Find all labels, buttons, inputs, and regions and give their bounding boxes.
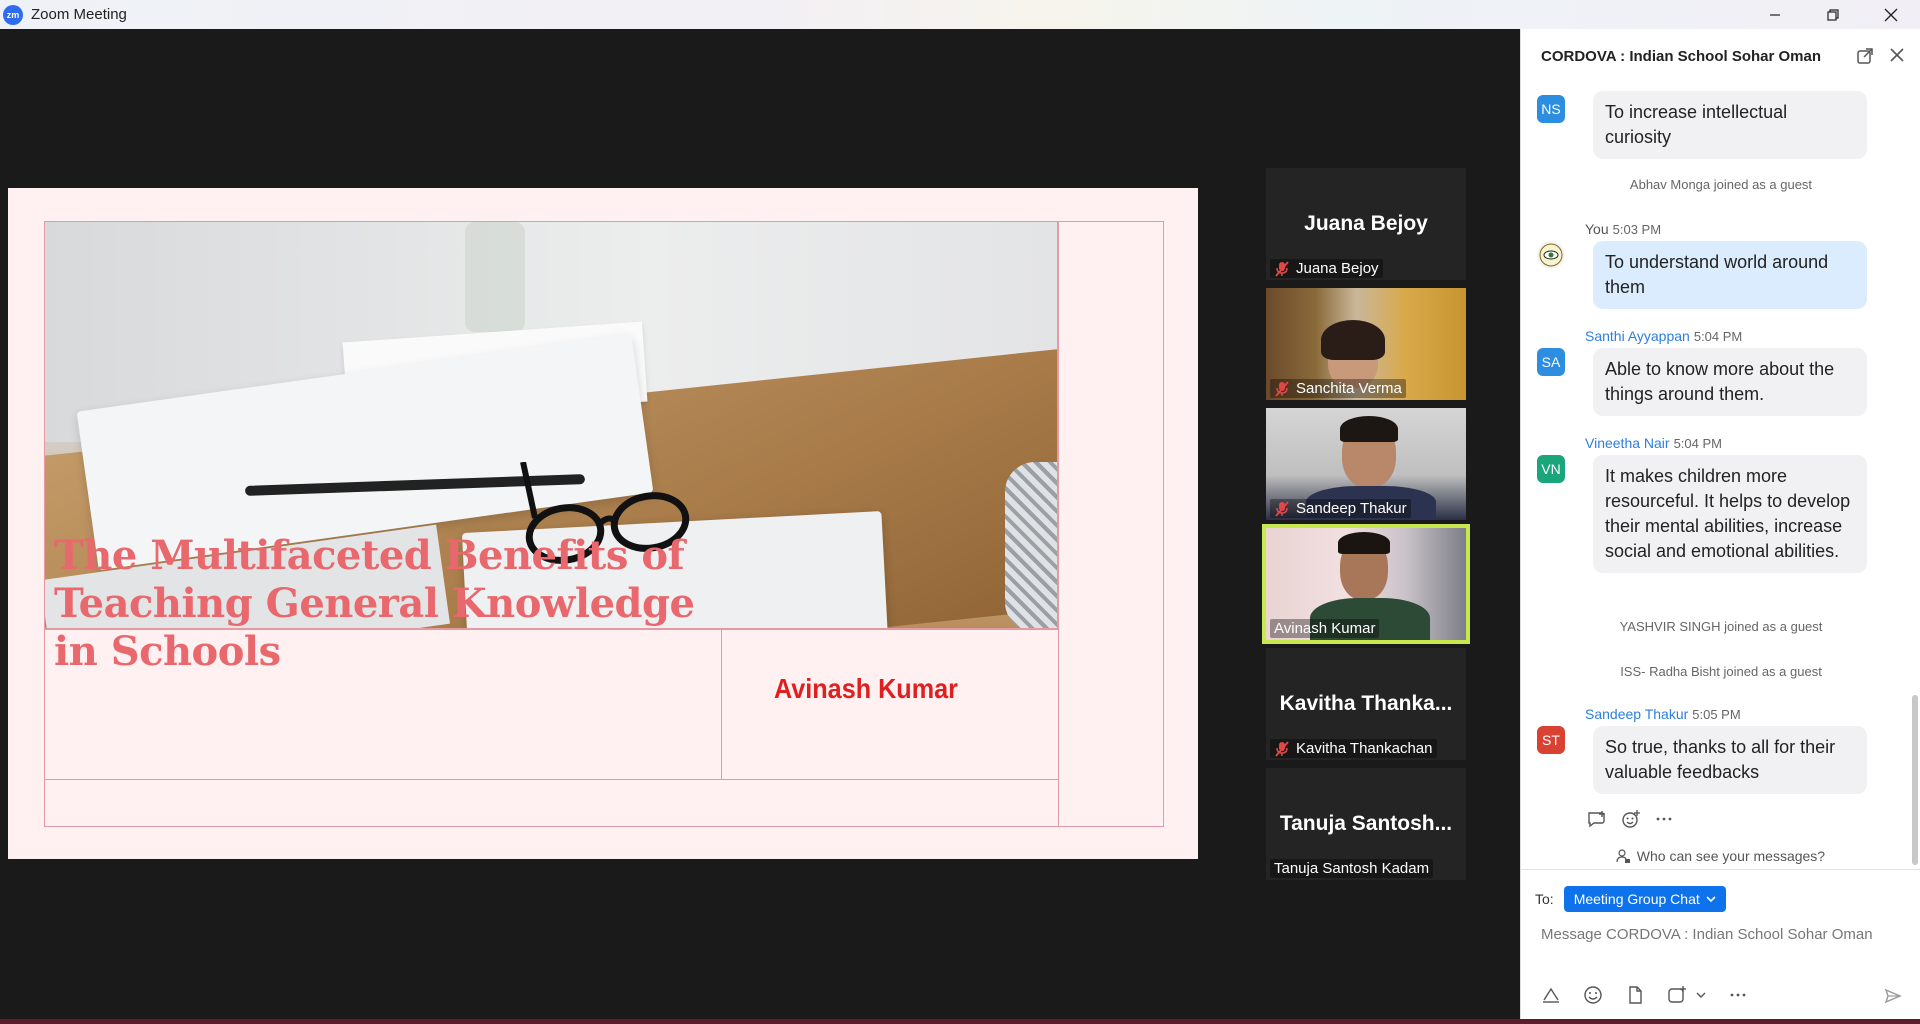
- participant-name: Sanchita Verma: [1296, 380, 1402, 397]
- system-message: YASHVIR SINGH joined as a guest: [1619, 619, 1823, 634]
- avatar: NS: [1537, 95, 1565, 123]
- slide-divider: [45, 779, 1058, 780]
- mic-muted-icon: [1275, 380, 1289, 397]
- participant-tile[interactable]: Sandeep Thakur: [1266, 408, 1466, 520]
- avatar: SA: [1537, 348, 1565, 376]
- photo-pillow: [1005, 462, 1057, 628]
- window-title: Zoom Meeting: [31, 6, 127, 23]
- close-window-button[interactable]: [1862, 0, 1920, 29]
- participant-tile-active-speaker[interactable]: Avinash Kumar: [1262, 524, 1470, 644]
- participant-big-name: Kavitha Thanka...: [1279, 692, 1453, 715]
- message-bubble[interactable]: It makes children more resourceful. It h…: [1593, 455, 1867, 573]
- slide-author: Avinash Kumar: [774, 673, 958, 704]
- participant-name: Avinash Kumar: [1274, 620, 1376, 637]
- close-icon: [1884, 8, 1898, 21]
- message-bubble[interactable]: To increase intellectual curiosity: [1593, 91, 1867, 159]
- close-chat-button[interactable]: [1888, 47, 1906, 65]
- participant-name: Kavitha Thankachan: [1296, 740, 1433, 757]
- to-label: To:: [1535, 891, 1554, 907]
- participant-name-label: Kavitha Thankachan: [1270, 739, 1437, 758]
- participant-tile[interactable]: Sanchita Verma: [1266, 288, 1466, 400]
- chat-scrollbar[interactable]: [1912, 695, 1918, 865]
- window-controls: [1746, 0, 1920, 29]
- chat-toolbar: [1541, 985, 1747, 1005]
- participant-name: Juana Bejoy: [1296, 260, 1379, 277]
- message-actions: [1587, 810, 1673, 828]
- restore-icon: [1827, 8, 1839, 21]
- school-logo-icon: [1539, 243, 1563, 267]
- format-text-icon[interactable]: [1541, 985, 1561, 1005]
- zoom-logo-icon: zm: [3, 4, 23, 25]
- chat-divider: [1521, 869, 1920, 870]
- send-icon: [1884, 988, 1902, 1004]
- chevron-down-icon: [1706, 896, 1716, 903]
- system-message: ISS- Radha Bisht joined as a guest: [1620, 664, 1822, 679]
- reply-thread-icon[interactable]: [1587, 810, 1607, 828]
- person-lock-icon: [1616, 849, 1630, 863]
- mic-muted-icon: [1275, 740, 1289, 757]
- message-bubble[interactable]: To understand world around them: [1593, 241, 1867, 309]
- mic-muted-icon: [1275, 500, 1289, 517]
- participant-tile[interactable]: Kavitha Thanka... Kavitha Thankachan: [1266, 648, 1466, 760]
- slide-divider: [1058, 222, 1059, 826]
- mic-muted-icon: [1275, 260, 1289, 277]
- chat-title: CORDOVA : Indian School Sohar Oman: [1541, 48, 1822, 65]
- message-input[interactable]: [1541, 926, 1901, 943]
- message-bubble[interactable]: So true, thanks to all for their valuabl…: [1593, 726, 1867, 794]
- participant-name-label: Sandeep Thakur: [1270, 499, 1411, 518]
- title-bar: zm Zoom Meeting: [0, 0, 1920, 29]
- participant-name-label: Tanuja Santosh Kadam: [1270, 859, 1434, 878]
- message-sender: Sandeep Thakur 5:05 PM: [1585, 706, 1741, 722]
- more-options-icon[interactable]: [1655, 810, 1673, 828]
- minimize-icon: [1770, 13, 1780, 16]
- participant-big-name: Juana Bejoy: [1304, 212, 1428, 235]
- add-reaction-icon[interactable]: [1621, 810, 1641, 828]
- who-can-see-link[interactable]: Who can see your messages?: [1521, 848, 1920, 864]
- participant-tile[interactable]: Tanuja Santosh... Tanuja Santosh Kadam: [1266, 768, 1466, 880]
- send-button[interactable]: [1880, 983, 1906, 1009]
- slide-title: The Multifaceted Benefits of Teaching Ge…: [54, 532, 695, 675]
- popout-button[interactable]: [1856, 47, 1874, 65]
- message-sender: Vineetha Nair 5:04 PM: [1585, 435, 1722, 451]
- close-icon: [1890, 48, 1904, 62]
- participant-hair: [1321, 320, 1385, 360]
- emoji-icon[interactable]: [1583, 985, 1603, 1005]
- avatar: [1537, 241, 1565, 269]
- participant-name-label: Sanchita Verma: [1270, 379, 1406, 398]
- slide-divider: [721, 629, 722, 779]
- more-options-icon[interactable]: [1729, 985, 1747, 1005]
- recipient-row: To: Meeting Group Chat: [1535, 886, 1726, 912]
- message-bubble[interactable]: Able to know more about the things aroun…: [1593, 348, 1867, 416]
- restore-button[interactable]: [1804, 0, 1862, 29]
- participant-name: Sandeep Thakur: [1296, 500, 1407, 517]
- shared-slide: The Multifaceted Benefits of Teaching Ge…: [8, 188, 1198, 859]
- message-sender: You 5:03 PM: [1585, 221, 1662, 237]
- recipient-dropdown[interactable]: Meeting Group Chat: [1563, 886, 1726, 912]
- minimize-button[interactable]: [1746, 0, 1804, 29]
- photo-vase: [465, 222, 525, 332]
- chevron-down-icon[interactable]: [1695, 985, 1707, 1005]
- message-sender: Santhi Ayyappan 5:04 PM: [1585, 328, 1743, 344]
- bottom-strip: [0, 1019, 1920, 1024]
- participant-hair: [1338, 532, 1390, 554]
- participant-big-name: Tanuja Santosh...: [1279, 812, 1453, 835]
- screenshot-icon[interactable]: [1667, 985, 1687, 1005]
- popout-icon: [1857, 48, 1873, 64]
- avatar: VN: [1537, 455, 1565, 483]
- avatar: ST: [1537, 726, 1565, 754]
- participant-name-label: Juana Bejoy: [1270, 259, 1383, 278]
- participant-name-label: Avinash Kumar: [1270, 619, 1380, 638]
- system-message: Abhav Monga joined as a guest: [1629, 177, 1813, 192]
- chat-panel: CORDOVA : Indian School Sohar Oman NS To…: [1520, 29, 1920, 1019]
- file-attach-icon[interactable]: [1625, 985, 1645, 1005]
- participant-name: Tanuja Santosh Kadam: [1274, 860, 1430, 877]
- participant-tile[interactable]: Juana Bejoy Juana Bejoy: [1266, 168, 1466, 280]
- participant-hair: [1340, 416, 1398, 442]
